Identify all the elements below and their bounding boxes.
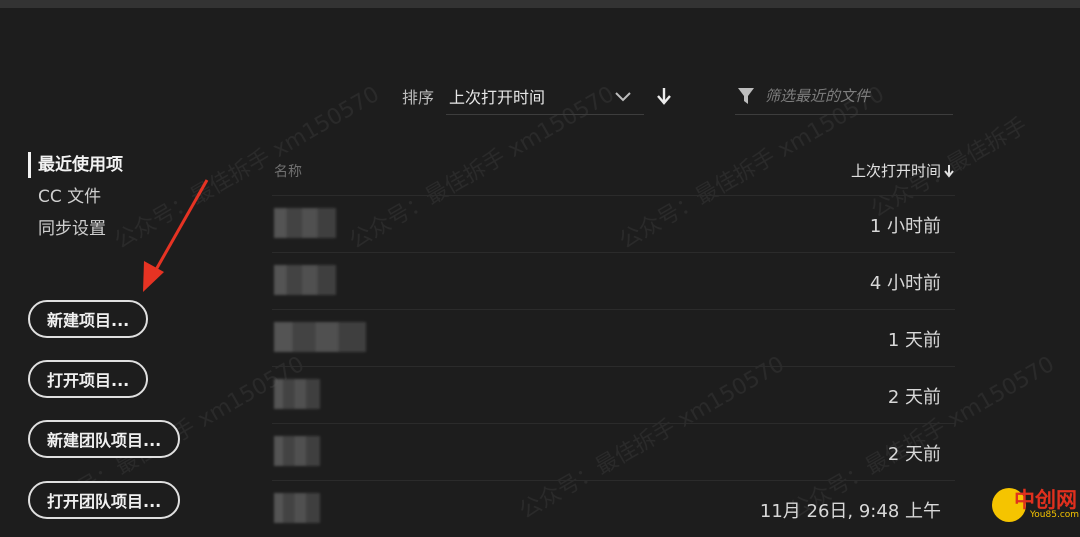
- sort-direction-down-icon[interactable]: [655, 86, 673, 106]
- table-row[interactable]: 1 天前: [272, 310, 955, 367]
- open-team-project-button[interactable]: 打开团队项目...: [28, 481, 181, 519]
- last-opened-time: 2 天前: [887, 444, 941, 465]
- last-opened-time: 4 小时前: [869, 273, 941, 294]
- chevron-down-icon: [615, 92, 631, 102]
- file-thumbnail: [274, 208, 336, 238]
- file-thumbnail: [274, 379, 320, 409]
- funnel-icon: [738, 88, 754, 104]
- red-arrow-annotation: [143, 179, 209, 292]
- filter-field[interactable]: [735, 80, 953, 115]
- sort-arrow-down-icon: [944, 165, 954, 178]
- new-team-project-button[interactable]: 新建团队项目...: [28, 420, 181, 458]
- file-thumbnail: [274, 493, 320, 523]
- table-header: 名称 上次打开时间: [272, 145, 955, 196]
- sort-label: 排序: [402, 88, 435, 107]
- table-row[interactable]: 2 天前: [272, 424, 955, 481]
- sort-value: 上次打开时间: [449, 88, 546, 107]
- sort-dropdown[interactable]: 上次打开时间: [446, 80, 644, 115]
- file-thumbnail: [274, 322, 366, 352]
- filter-input[interactable]: [765, 84, 945, 108]
- recent-files-table: 名称 上次打开时间 1 小时前 4 小时前 1 天前 2 天前 2 天前 11月…: [272, 145, 955, 537]
- last-opened-time: 11月 26日, 9:48 上午: [759, 501, 941, 522]
- file-thumbnail: [274, 436, 320, 466]
- last-opened-time: 2 天前: [887, 387, 941, 408]
- site-logo: 中创网 You85.com: [992, 482, 1080, 529]
- column-header-name[interactable]: 名称: [274, 161, 302, 181]
- last-opened-time: 1 小时前: [869, 216, 941, 237]
- file-thumbnail: [274, 265, 336, 295]
- table-row[interactable]: 1 小时前: [272, 196, 955, 253]
- last-opened-time: 1 天前: [887, 330, 941, 351]
- column-header-last-opened[interactable]: 上次打开时间: [851, 160, 955, 181]
- open-project-button[interactable]: 打开项目...: [28, 360, 149, 398]
- table-row[interactable]: 2 天前: [272, 367, 955, 424]
- new-project-button[interactable]: 新建项目...: [28, 300, 149, 338]
- table-row[interactable]: 4 小时前: [272, 253, 955, 310]
